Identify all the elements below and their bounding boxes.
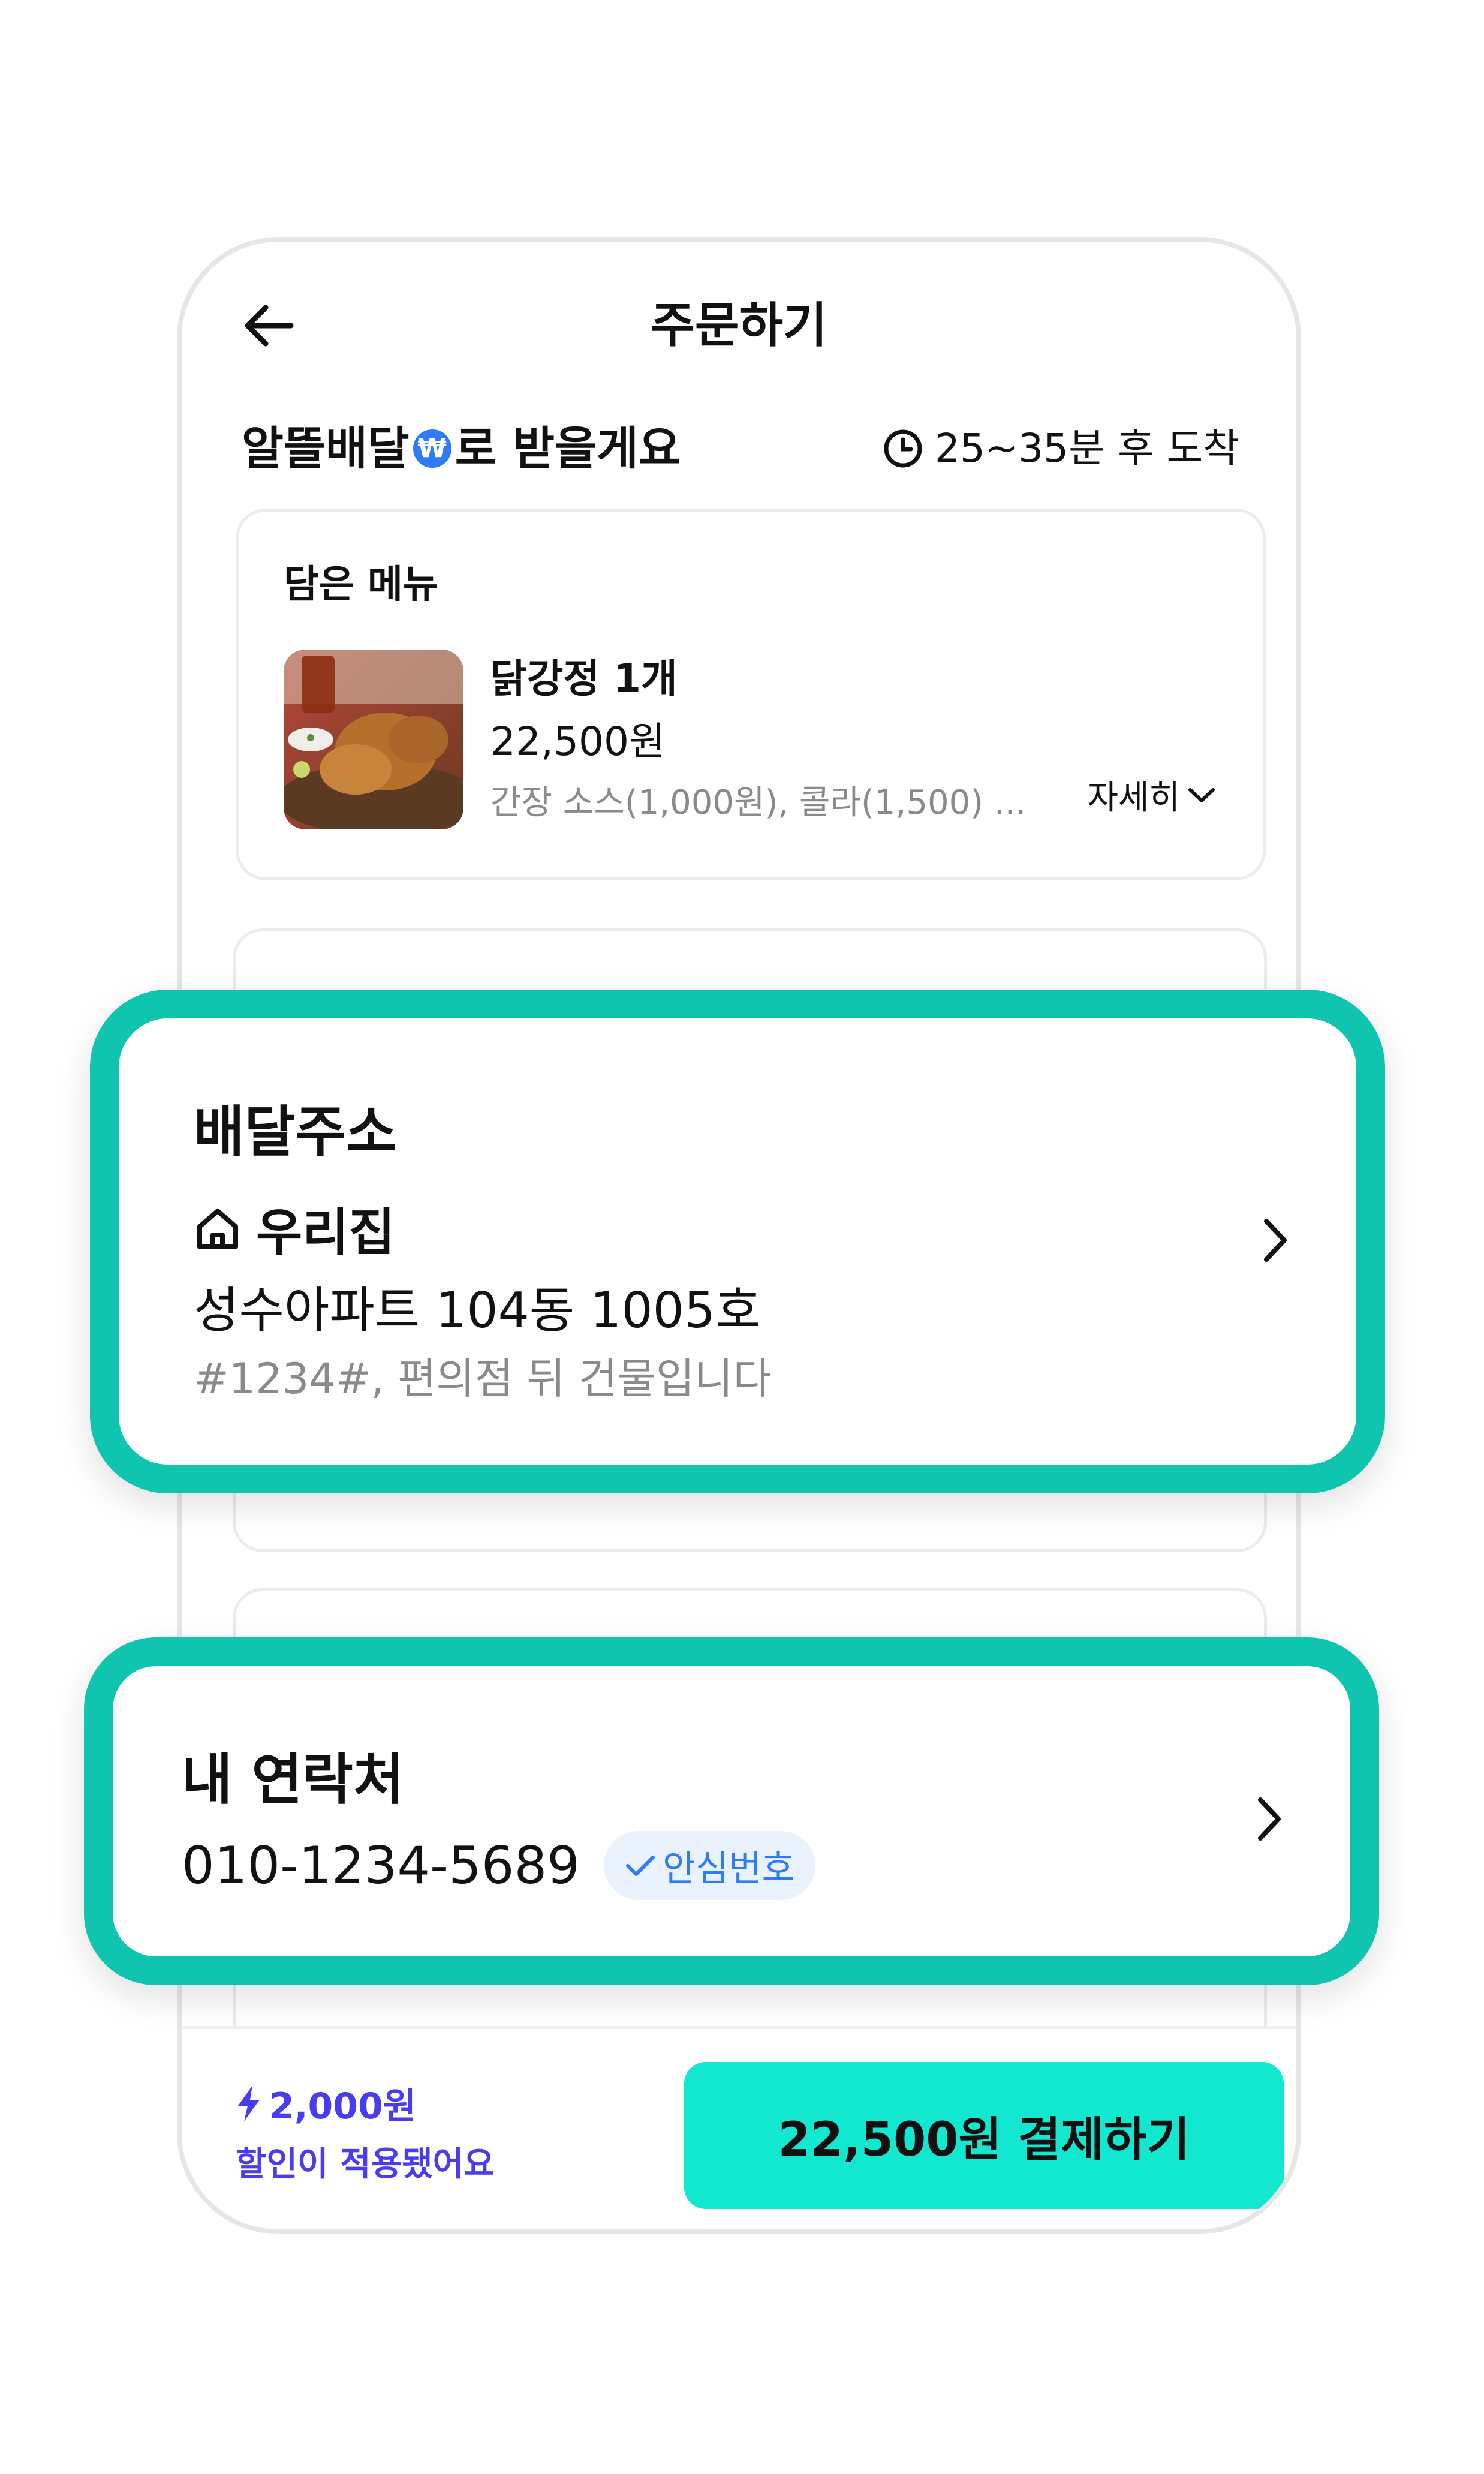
bottom-bar: 2,000원 할인이 적용됐어요 22,500원 결제하기 [182, 2026, 1296, 2229]
contact-phone: 010-1234-5689 [182, 1835, 580, 1896]
lightning-icon [238, 2085, 260, 2121]
food-price: 22,500원 [490, 719, 666, 765]
delivery-title-prefix: 알뜰배달 [242, 422, 410, 475]
food-name: 닭강정 1개 [490, 656, 678, 702]
home-icon [197, 1208, 238, 1249]
address-memo: #1234#, 편의점 뒤 건물입니다 [194, 1354, 772, 1403]
address-name: 우리집 [256, 1203, 395, 1262]
address-line: 성수아파트 104동 1005호 [194, 1282, 761, 1339]
details-button[interactable]: 자세히 [1087, 771, 1216, 819]
check-icon [625, 1855, 655, 1876]
discount-note: 할인이 적용됐어요 [236, 2145, 495, 2184]
pay-button[interactable]: 22,500원 결제하기 [684, 2062, 1284, 2209]
clock-icon [884, 429, 922, 468]
chevron-right-icon[interactable] [1260, 1216, 1290, 1267]
discount-amount: 2,000원 [236, 2077, 416, 2129]
page-title: 주문하기 [651, 297, 827, 353]
address-card[interactable]: 배달주소 우리집 성수아파트 104동 1005호 #1234#, 편의점 뒤 … [90, 990, 1385, 1493]
chevron-right-icon[interactable] [1254, 1795, 1284, 1845]
eta-text: 25~35분 후 도착 [934, 425, 1239, 471]
food-image [284, 650, 463, 829]
address-title: 배달주소 [194, 1100, 397, 1164]
menu-card: 담은 메뉴 닭강정 1개 22,500원 간장 소스(1,000원), 콜라(1… [236, 509, 1266, 880]
menu-card-title: 담은 메뉴 [284, 563, 438, 607]
delivery-type-title: 알뜰배달 ₩ 로 받을게요 [242, 416, 681, 482]
delivery-title-suffix: 로 받을게요 [454, 422, 681, 475]
won-badge-icon: ₩ [413, 429, 451, 468]
eta-info: 25~35분 후 도착 [882, 416, 1239, 482]
address-name-row: 우리집 [194, 1192, 395, 1265]
contact-card[interactable]: 내 연락처 010-1234-5689 안심번호 [84, 1637, 1379, 1985]
discount-amount-text: 2,000원 [269, 2085, 416, 2127]
chevron-down-icon [1188, 787, 1215, 802]
safe-number-badge: 안심번호 [603, 1831, 815, 1900]
food-options: 간장 소스(1,000원), 콜라(1,500) ... [490, 783, 1027, 822]
contact-title: 내 연락처 [182, 1748, 404, 1812]
safe-number-label: 안심번호 [662, 1848, 795, 1890]
contact-phone-row: 010-1234-5689 안심번호 [182, 1831, 815, 1900]
details-label: 자세히 [1087, 778, 1180, 817]
